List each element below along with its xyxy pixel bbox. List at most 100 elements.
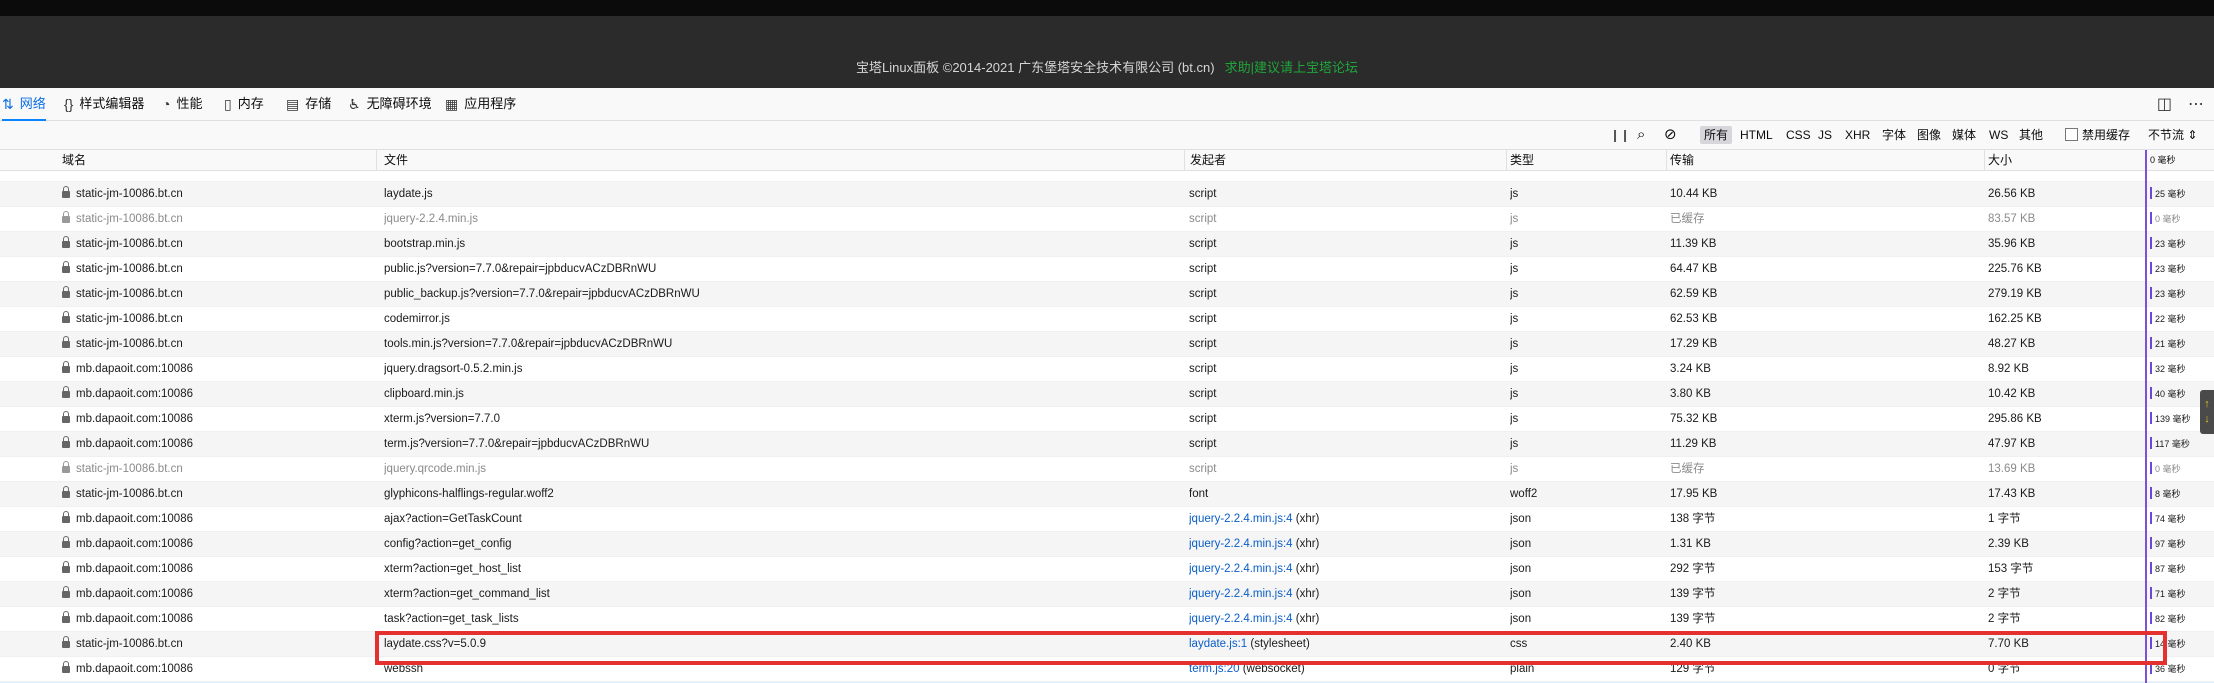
initiator-link[interactable]: jquery-2.2.4.min.js:4 (1189, 563, 1293, 575)
search-icon[interactable]: ⌕ (1637, 126, 1645, 144)
filter-xhr[interactable]: XHR (1845, 126, 1870, 144)
cell-initiator: script (1189, 207, 1504, 231)
arrow-down-icon[interactable]: ↓ (2204, 414, 2210, 425)
table-row[interactable]: mb.dapaoit.com:10086 clipboard.min.js scri… (0, 382, 2214, 407)
scroll-arrows[interactable]: ↑ ↓ (2200, 390, 2214, 434)
col-domain[interactable]: 域名 (58, 150, 86, 170)
table-row[interactable]: static-jm-10086.bt.cn jquery-2.2.4.min.js… (0, 207, 2214, 232)
cell-waterfall: 0 毫秒 (2150, 207, 2214, 231)
throttle-select[interactable]: 不节流 ⇕ (2148, 126, 2197, 144)
col-size[interactable]: 大小 (1984, 150, 2012, 170)
table-row[interactable]: static-jm-10086.bt.cn public.js?version=7… (0, 257, 2214, 282)
col-initiator[interactable]: 发起者 (1186, 150, 1226, 170)
cell-type: js (1510, 288, 1519, 300)
cell-domain: static-jm-10086.bt.cn (62, 257, 372, 281)
col-file[interactable]: 文件 (380, 150, 408, 170)
more-options-icon[interactable]: ⋯ (2188, 94, 2204, 114)
tab-application[interactable]: ▦ 应用程序 (445, 88, 516, 120)
lock-icon (62, 211, 70, 223)
filter-media[interactable]: 媒体 (1952, 126, 1976, 144)
initiator-link[interactable]: laydate.js:1 (1189, 638, 1247, 650)
col-waterfall[interactable]: 0 毫秒 (2146, 150, 2176, 170)
cell-size: 2.39 KB (1988, 538, 2029, 550)
table-row[interactable]: static-jm-10086.bt.cn bootstrap.min.js scr… (0, 232, 2214, 257)
table-row[interactable]: mb.dapaoit.com:10086 config?action=get_co… (0, 532, 2214, 557)
pause-icon[interactable]: ❙❙ (1610, 126, 1630, 144)
tab-accessibility[interactable]: ♿ 无障碍环境 (348, 88, 432, 120)
cell-waterfall: 23 毫秒 (2150, 282, 2214, 306)
filter-html[interactable]: HTML (1740, 126, 1773, 144)
table-row[interactable]: mb.dapaoit.com:10086 xterm.js?version=7.7… (0, 407, 2214, 432)
table-row[interactable]: static-jm-10086.bt.cn laydate.js script js 1… (0, 182, 2214, 207)
cell-initiator: jquery-2.2.4.min.js:4 (xhr) (1189, 582, 1504, 606)
table-row[interactable]: mb.dapaoit.com:10086 jquery.dragsort-0.5.… (0, 357, 2214, 382)
lock-icon (62, 311, 70, 323)
initiator-link[interactable]: term.js:20 (1189, 663, 1240, 675)
initiator-link[interactable]: jquery-2.2.4.min.js:4 (1189, 538, 1293, 550)
tab-network[interactable]: ⇅ 网络 (2, 88, 46, 121)
lock-icon (62, 336, 70, 348)
cell-domain: mb.dapaoit.com:10086 (62, 382, 372, 406)
col-separator[interactable] (376, 150, 377, 170)
tab-style-editor[interactable]: {} 样式编辑器 (64, 88, 144, 120)
initiator-text: script (1189, 413, 1217, 425)
table-row[interactable]: mb.dapaoit.com:10086 ajax?action=GetTaskC… (0, 507, 2214, 532)
cell-transferred: 292 字节 (1670, 563, 1716, 575)
table-row[interactable]: mb.dapaoit.com:10086 webssh term.js:20 (we… (0, 657, 2214, 682)
col-transferred[interactable]: 传输 (1666, 150, 1694, 170)
filter-css[interactable]: CSS (1786, 126, 1811, 144)
forum-link[interactable]: 求助|建议请上宝塔论坛 (1225, 60, 1358, 75)
cell-size: 10.42 KB (1988, 388, 2036, 400)
initiator-cause: (xhr) (1295, 588, 1320, 600)
cell-size: 279.19 KB (1988, 288, 2042, 300)
filter-fonts[interactable]: 字体 (1882, 126, 1906, 144)
cell-file: jquery-2.2.4.min.js (384, 213, 478, 225)
filter-other[interactable]: 其他 (2019, 126, 2043, 144)
disable-cache-checkbox[interactable]: 禁用缓存 (2065, 126, 2130, 144)
cell-size: 47.97 KB (1988, 438, 2036, 450)
lock-icon (62, 561, 70, 573)
table-row-partial[interactable] (0, 171, 2214, 182)
timing-bar (2150, 287, 2152, 299)
table-row[interactable]: static-jm-10086.bt.cn jquery.qrcode.min.j… (0, 457, 2214, 482)
initiator-link[interactable]: jquery-2.2.4.min.js:4 (1189, 588, 1293, 600)
col-type[interactable]: 类型 (1506, 150, 1534, 170)
filter-all[interactable]: 所有 (1700, 126, 1733, 144)
tab-storage[interactable]: ▤ 存储 (286, 88, 331, 120)
network-filter-toolbar: ❙❙ ⌕ ⊘ 所有 HTML CSS JS XHR 字体 图像 媒体 WS 其他… (0, 121, 2214, 150)
cell-domain: mb.dapaoit.com:10086 (62, 407, 372, 431)
cell-initiator: laydate.js:1 (stylesheet) (1189, 632, 1504, 656)
block-icon[interactable]: ⊘ (1664, 126, 1677, 144)
cell-size: 35.96 KB (1988, 238, 2036, 250)
cell-transferred: 139 字节 (1670, 588, 1716, 600)
table-row[interactable]: mb.dapaoit.com:10086 task?action=get_task… (0, 607, 2214, 632)
table-row[interactable]: static-jm-10086.bt.cn tools.min.js?versio… (0, 332, 2214, 357)
tab-performance[interactable]: ◔ 性能 (162, 88, 202, 120)
table-row[interactable]: mb.dapaoit.com:10086 term.js?version=7.7.… (0, 432, 2214, 457)
lock-icon (62, 261, 70, 273)
table-row[interactable]: static-jm-10086.bt.cn codemirror.js script… (0, 307, 2214, 332)
cell-size: 8.92 KB (1988, 363, 2029, 375)
arrow-up-icon[interactable]: ↑ (2204, 399, 2210, 410)
cell-initiator: script (1189, 407, 1504, 431)
cell-transferred: 17.95 KB (1670, 488, 1718, 500)
table-row[interactable]: mb.dapaoit.com:10086 xterm?action=get_hos… (0, 557, 2214, 582)
filter-ws[interactable]: WS (1989, 126, 2008, 144)
table-row[interactable]: mb.dapaoit.com:10086 xterm?action=get_com… (0, 582, 2214, 607)
cell-size: 295.86 KB (1988, 413, 2042, 425)
timing-bar (2150, 612, 2152, 624)
cell-type: woff2 (1510, 488, 1538, 500)
table-row[interactable]: static-jm-10086.bt.cn public_backup.js?ve… (0, 282, 2214, 307)
filter-images[interactable]: 图像 (1917, 126, 1941, 144)
initiator-link[interactable]: jquery-2.2.4.min.js:4 (1189, 613, 1293, 625)
dock-icon[interactable]: ◫ (2157, 94, 2172, 114)
initiator-cause: (xhr) (1295, 563, 1320, 575)
tab-memory[interactable]: ▯ 内存 (224, 88, 264, 120)
cell-domain: mb.dapaoit.com:10086 (62, 557, 372, 581)
initiator-link[interactable]: jquery-2.2.4.min.js:4 (1189, 513, 1293, 525)
table-row[interactable]: static-jm-10086.bt.cn glyphicons-halfling… (0, 482, 2214, 507)
table-row[interactable]: static-jm-10086.bt.cn laydate.css?v=5.0.9… (0, 632, 2214, 657)
col-separator[interactable] (1184, 150, 1185, 170)
filter-js[interactable]: JS (1818, 126, 1832, 144)
cell-initiator: script (1189, 257, 1504, 281)
